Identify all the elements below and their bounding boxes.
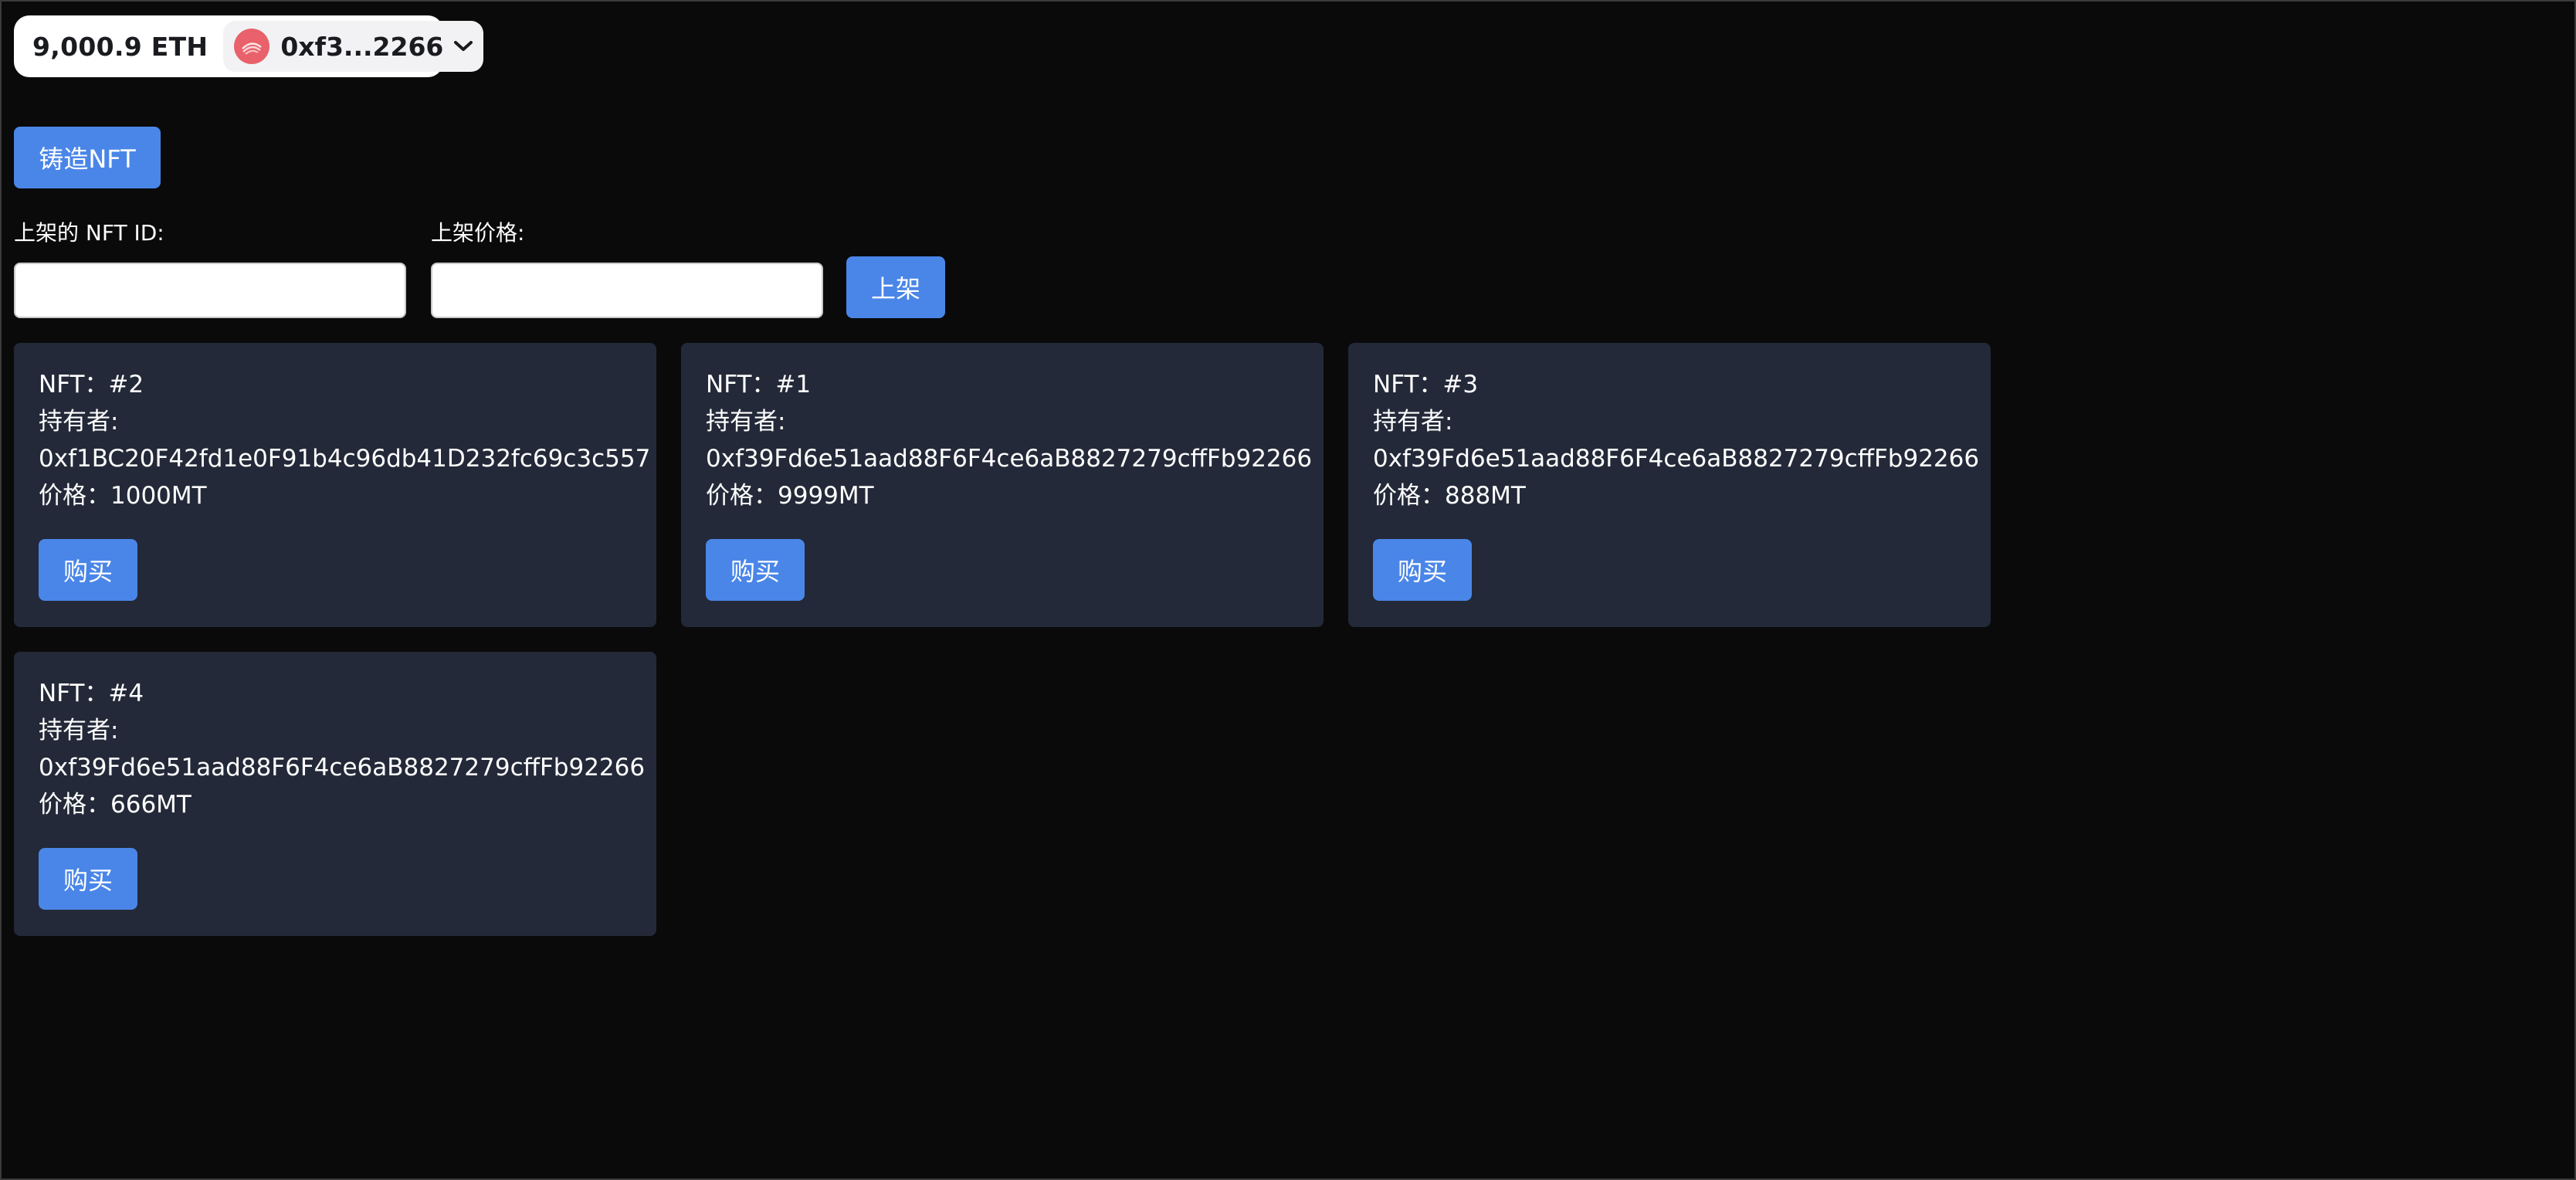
- chevron-down-icon: [452, 39, 474, 53]
- price-label: 上架价格:: [431, 220, 525, 246]
- nft-id: NFT：#1: [706, 371, 812, 398]
- nft-card: NFT：#4 持有者: 0xf39Fd6e51aad88F6F4ce6aB882…: [14, 652, 656, 936]
- nft-id-input[interactable]: [14, 263, 406, 318]
- mint-nft-button[interactable]: 铸造NFT: [14, 127, 161, 188]
- wallet-balance: 9,000.9 ETH: [32, 31, 208, 62]
- wallet-avatar-icon: [234, 29, 270, 64]
- nft-card: NFT：#1 持有者: 0xf39Fd6e51aad88F6F4ce6aB882…: [681, 343, 1324, 627]
- nft-id: NFT：#2: [39, 371, 144, 398]
- owner-address: 0xf39Fd6e51aad88F6F4ce6aB8827279cffFb922…: [1373, 445, 1980, 473]
- wallet-address: 0xf3...2266: [280, 31, 444, 62]
- owner-address: 0xf39Fd6e51aad88F6F4ce6aB8827279cffFb922…: [39, 754, 646, 782]
- buy-button[interactable]: 购买: [39, 848, 137, 910]
- nft-price: 价格：1000MT: [39, 482, 207, 510]
- owner-label: 持有者:: [1373, 408, 1453, 436]
- owner-label: 持有者:: [39, 717, 119, 744]
- buy-button[interactable]: 购买: [706, 539, 805, 601]
- app-window: 9,000.9 ETH 0xf3...2266 铸造NFT 上架的 NFT ID…: [0, 0, 2576, 1180]
- list-button[interactable]: 上架: [846, 256, 945, 318]
- account-button[interactable]: 0xf3...2266: [223, 21, 484, 72]
- owner-address: 0xf1BC20F42fd1e0F91b4c96db41D232fc69c3c5…: [39, 445, 651, 473]
- nft-id-label: 上架的 NFT ID:: [14, 220, 164, 246]
- buy-button[interactable]: 购买: [39, 539, 137, 601]
- price-input[interactable]: [431, 263, 823, 318]
- nft-id: NFT：#3: [1373, 371, 1479, 398]
- nft-price: 价格：888MT: [1373, 482, 1526, 510]
- nft-card: NFT：#3 持有者: 0xf39Fd6e51aad88F6F4ce6aB882…: [1348, 343, 1991, 627]
- owner-label: 持有者:: [39, 408, 119, 436]
- buy-button[interactable]: 购买: [1373, 539, 1472, 601]
- wallet-connect-pill[interactable]: 9,000.9 ETH 0xf3...2266: [14, 15, 484, 77]
- nft-card: NFT：#2 持有者: 0xf1BC20F42fd1e0F91b4c96db41…: [14, 343, 656, 627]
- nft-id: NFT：#4: [39, 680, 144, 707]
- nft-price: 价格：9999MT: [706, 482, 874, 510]
- owner-address: 0xf39Fd6e51aad88F6F4ce6aB8827279cffFb922…: [706, 445, 1313, 473]
- owner-label: 持有者:: [706, 408, 786, 436]
- nft-price: 价格：666MT: [39, 791, 192, 819]
